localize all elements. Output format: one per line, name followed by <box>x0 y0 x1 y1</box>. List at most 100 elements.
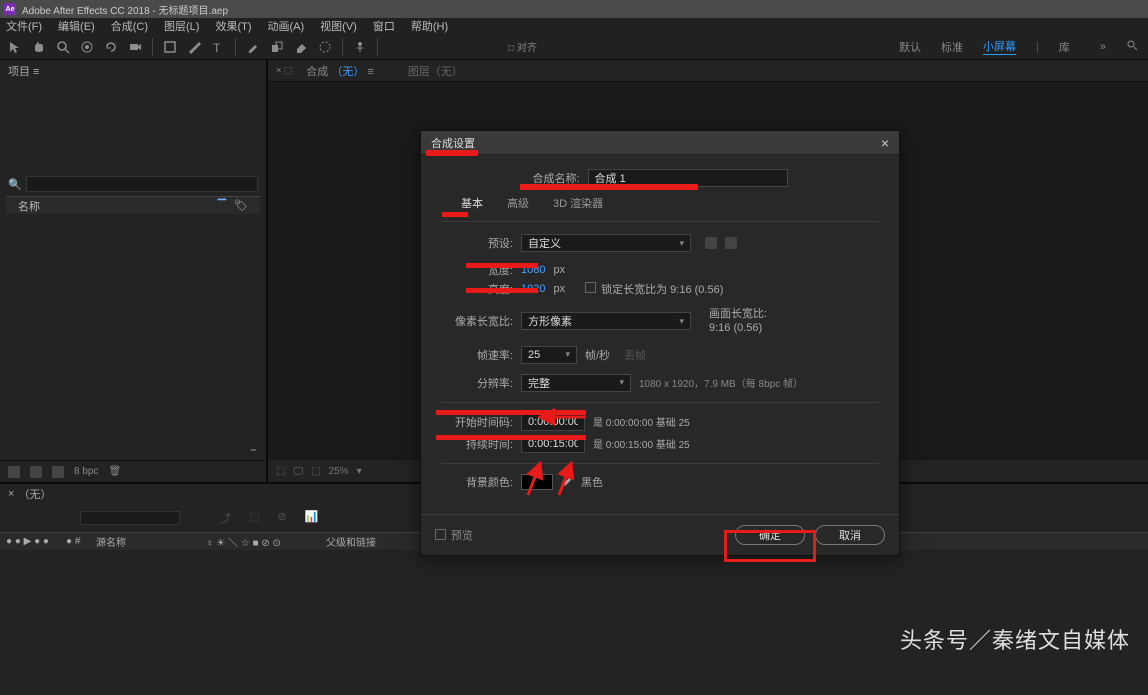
bg-color-name: 黑色 <box>581 474 603 490</box>
preview-label: 预览 <box>451 527 473 543</box>
motion-blur-icon[interactable]: ⊘ <box>277 510 286 526</box>
duration-info: 是 0:00:15:00 基础 25 <box>593 436 690 451</box>
tl-col-tag: ● # <box>60 536 90 547</box>
frame-blend-icon[interactable]: ⬚ <box>249 510 259 526</box>
window-title: Adobe After Effects CC 2018 - 无标题项目.aep <box>22 2 228 17</box>
trash-icon[interactable]: 🗑 <box>108 466 121 477</box>
project-column-header[interactable]: 名称 ▔ 🏷 <box>6 196 260 214</box>
save-preset-icon[interactable] <box>705 237 717 249</box>
eyedropper-icon[interactable] <box>561 474 573 489</box>
menu-edit[interactable]: 编辑(E) <box>58 18 95 34</box>
close-icon[interactable]: × <box>881 135 889 151</box>
selection-tool-icon[interactable] <box>8 40 22 54</box>
bg-color-label: 背景颜色: <box>441 474 513 490</box>
start-timecode-input[interactable] <box>521 413 585 431</box>
hand-tool-icon[interactable] <box>32 40 46 54</box>
menu-effect[interactable]: 效果(T) <box>215 18 251 34</box>
camera-tool-icon[interactable] <box>128 40 142 54</box>
comp-tab-name[interactable]: （无） <box>331 66 364 78</box>
resolution-info: 1080 x 1920，7.9 MB（每 8bpc 帧） <box>639 375 803 390</box>
timeline-tab-name[interactable]: （无） <box>18 486 51 502</box>
resolution-dropdown[interactable]: 完整 <box>521 374 631 392</box>
search-icon[interactable] <box>1126 39 1138 54</box>
project-search-input[interactable] <box>26 176 258 192</box>
workspace-standard[interactable]: 标准 <box>941 39 963 55</box>
bg-color-swatch[interactable] <box>521 474 553 490</box>
resolution-label: 分辨率: <box>441 375 513 391</box>
delete-preset-icon[interactable] <box>725 237 737 249</box>
height-input[interactable]: 1920 <box>521 283 545 295</box>
sort-indicator-icon[interactable]: ▔ <box>218 199 226 212</box>
roto-tool-icon[interactable] <box>318 40 332 54</box>
rotate-tool-icon[interactable] <box>104 40 118 54</box>
workspace-default[interactable]: 默认 <box>899 39 921 55</box>
timeline-tab-close-icon[interactable]: × <box>8 488 14 500</box>
eraser-tool-icon[interactable] <box>294 40 308 54</box>
preset-dropdown[interactable]: 自定义 <box>521 234 691 252</box>
duration-input[interactable] <box>521 435 585 453</box>
tab-basic[interactable]: 基本 <box>461 195 483 211</box>
brush-tool-icon[interactable] <box>246 40 260 54</box>
start-timecode-info: 是 0:00:00:00 基础 25 <box>593 414 690 429</box>
tl-col-switches: ● ● ▶ ● ● <box>0 536 60 547</box>
comp-name-label: 合成名称: <box>532 170 579 186</box>
tag-icon[interactable]: 🏷 <box>234 199 248 212</box>
menu-window[interactable]: 窗口 <box>373 18 395 34</box>
width-label: 宽度: <box>441 262 513 278</box>
lock-aspect-label: 锁定长宽比为 9:16 (0.56) <box>601 284 723 296</box>
app-icon: Ae <box>4 3 16 15</box>
lock-aspect-checkbox[interactable] <box>585 282 596 293</box>
layer-tab[interactable]: 图层（无） <box>408 63 463 79</box>
tl-col-source[interactable]: 源名称 <box>90 534 200 549</box>
zoom-dropdown[interactable]: 25% <box>329 466 349 477</box>
clone-tool-icon[interactable] <box>270 40 284 54</box>
watermark: 头条号／秦绪文自媒体 <box>900 623 1130 655</box>
shape-tool-icon[interactable] <box>163 40 177 54</box>
pixel-aspect-dropdown[interactable]: 方形像素 <box>521 312 691 330</box>
timeline-search-input[interactable] <box>80 511 180 525</box>
tab-advanced[interactable]: 高级 <box>507 195 529 211</box>
duration-label: 持续时间: <box>441 436 513 452</box>
start-timecode-label: 开始时间码: <box>441 414 513 430</box>
tab-3d-renderer[interactable]: 3D 渲染器 <box>553 195 603 211</box>
menu-layer[interactable]: 图层(L) <box>164 18 199 34</box>
workspace-small-screen[interactable]: 小屏幕 <box>983 38 1016 55</box>
fps-unit: 帧/秒 <box>585 347 610 363</box>
width-input[interactable]: 1080 <box>521 264 545 276</box>
fps-dropdown[interactable]: 25 <box>521 346 577 364</box>
comp-name-input[interactable] <box>588 169 788 187</box>
frame-aspect-label: 画面长宽比: <box>709 307 767 321</box>
col-name-label: 名称 <box>18 198 40 214</box>
shy-icon[interactable]: ⤴ <box>220 510 231 526</box>
graph-editor-icon[interactable]: 📊 <box>305 510 319 526</box>
menu-file[interactable]: 文件(F) <box>6 18 42 34</box>
new-comp-icon[interactable] <box>52 466 64 478</box>
zoom-tool-icon[interactable] <box>56 40 70 54</box>
tl-col-parent[interactable]: 父级和链接 <box>320 534 382 549</box>
project-panel-title[interactable]: 项目 ≡ <box>8 63 39 79</box>
pen-tool-icon[interactable] <box>187 40 201 54</box>
bpc-button[interactable]: 8 bpc <box>74 466 98 477</box>
interpret-footage-icon[interactable] <box>8 466 20 478</box>
menu-composition[interactable]: 合成(C) <box>111 18 148 34</box>
menu-help[interactable]: 帮助(H) <box>411 18 448 34</box>
toolbar: T □ 对齐 默认 标准 小屏幕 | 库 » <box>0 34 1148 60</box>
search-icon[interactable]: » <box>1100 41 1106 53</box>
window-titlebar: Ae Adobe After Effects CC 2018 - 无标题项目.a… <box>0 0 1148 18</box>
menu-view[interactable]: 视图(V) <box>320 18 357 34</box>
preview-checkbox[interactable] <box>435 529 446 540</box>
orbit-tool-icon[interactable] <box>80 40 94 54</box>
puppet-tool-icon[interactable] <box>353 40 367 54</box>
type-tool-icon[interactable]: T <box>211 40 225 54</box>
comp-tab-prefix[interactable]: 合成 <box>306 66 328 78</box>
workspace-libraries[interactable]: 库 <box>1059 39 1070 55</box>
new-folder-icon[interactable] <box>30 466 42 478</box>
frame-aspect-value: 9:16 (0.56) <box>709 321 767 335</box>
fps-dropframe: 丢帧 <box>624 347 646 363</box>
snap-toggle[interactable]: □ 对齐 <box>508 39 537 54</box>
menu-animation[interactable]: 动画(A) <box>268 18 305 34</box>
panel-menu-icon[interactable]: ┅ <box>251 445 256 455</box>
workspace-switcher: 默认 标准 小屏幕 | 库 » <box>899 38 1138 55</box>
cancel-button[interactable]: 取消 <box>815 525 885 545</box>
ok-button[interactable]: 确定 <box>735 525 805 545</box>
